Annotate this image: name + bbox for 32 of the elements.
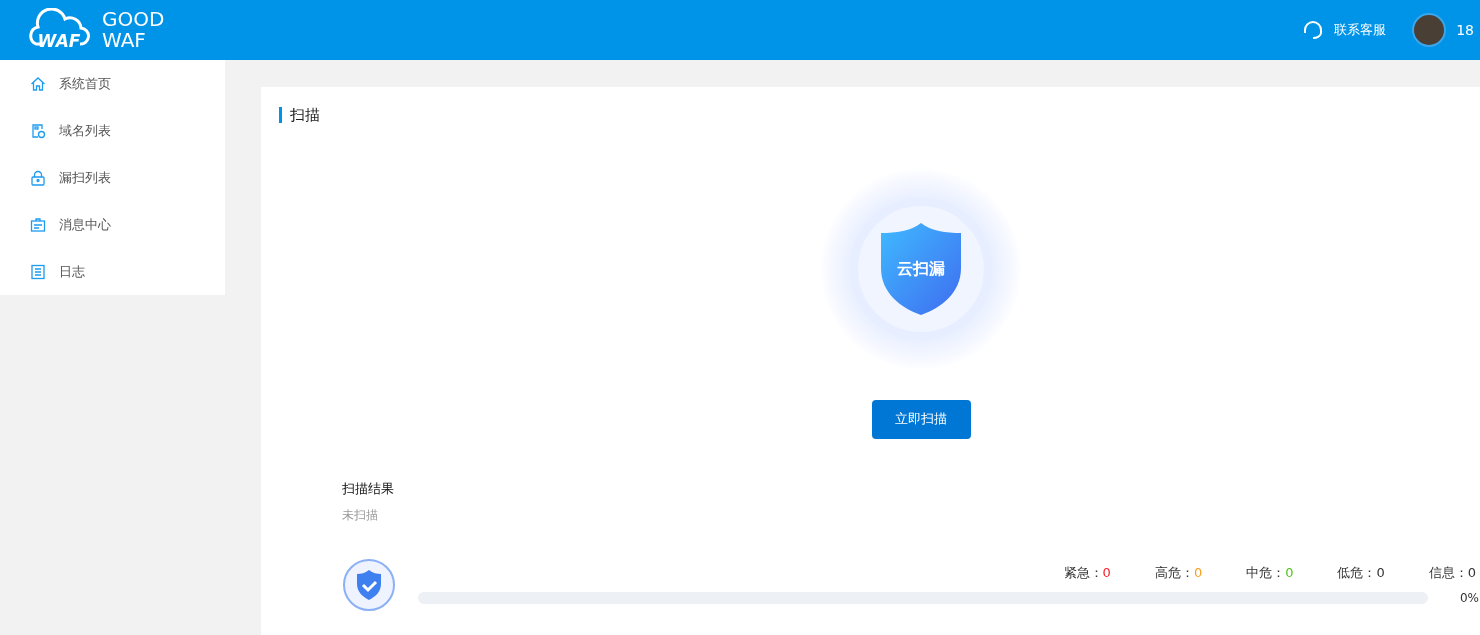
cloud-logo: WAF bbox=[24, 8, 94, 52]
result-status: 未扫描 bbox=[342, 507, 379, 524]
severity-count: 0 bbox=[1467, 564, 1476, 583]
brand-text: GOOD bbox=[102, 9, 165, 30]
user-name: 18 bbox=[1456, 20, 1474, 40]
severity-count: 0 bbox=[1285, 564, 1294, 583]
sidebar-item[interactable]: 系统首页 bbox=[0, 60, 225, 107]
message-icon bbox=[30, 216, 46, 233]
sidebar-item[interactable]: 日志 bbox=[0, 248, 225, 295]
document-icon bbox=[30, 122, 46, 139]
avatar[interactable] bbox=[1412, 13, 1447, 47]
sidebar-item[interactable]: 消息中心 bbox=[0, 201, 225, 248]
severity-label: 紧急： bbox=[1063, 564, 1103, 583]
list-icon bbox=[30, 263, 46, 280]
shield-emblem: 云扫漏 bbox=[821, 168, 1021, 369]
sidebar-item[interactable]: 域名列表 bbox=[0, 107, 225, 154]
severity-count: 0 bbox=[1193, 564, 1203, 583]
severity-label: 中危： bbox=[1246, 564, 1286, 583]
progress-reading: 0% bbox=[1458, 589, 1480, 607]
severity-count: 0 bbox=[1102, 564, 1111, 583]
result-title: 扫描结果 bbox=[342, 479, 395, 498]
severity-label: 信息： bbox=[1428, 564, 1468, 583]
shield-check-icon bbox=[342, 558, 396, 612]
brand-text: WAF bbox=[102, 30, 147, 51]
section-title: 扫描 bbox=[290, 105, 320, 126]
severity-label: 高危： bbox=[1154, 564, 1194, 583]
scan-button[interactable]: 立即扫描 bbox=[871, 399, 971, 439]
severity-label: 低危： bbox=[1337, 564, 1377, 583]
severity-count: 0 bbox=[1376, 564, 1385, 583]
sidebar-item[interactable]: 漏扫列表 bbox=[0, 154, 225, 201]
lock-icon bbox=[30, 169, 46, 186]
home-icon bbox=[30, 75, 46, 92]
